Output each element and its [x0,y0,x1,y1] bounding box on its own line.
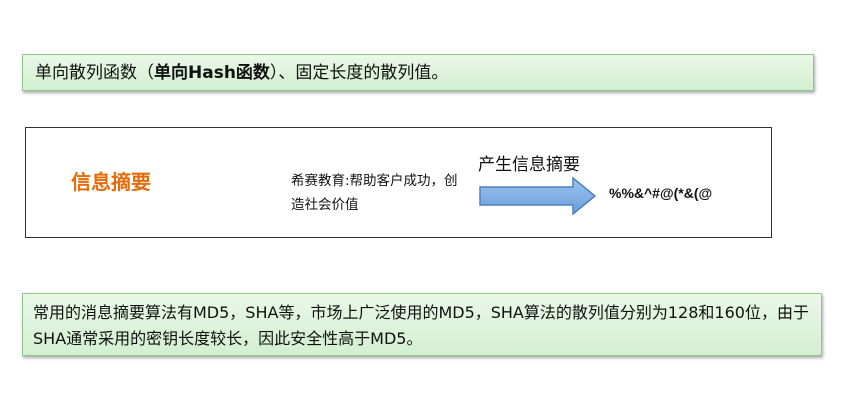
digest-output: %%&^#@(*&(@ [609,185,713,201]
diagram-title: 信息摘要 [71,170,151,194]
arrow-label: 产生信息摘要 [478,155,580,175]
algorithm-note-box: 常用的消息摘要算法有MD5，SHA等，市场上广泛使用的MD5，SHA算法的散列值… [22,293,822,356]
right-arrow-icon [479,176,597,216]
definition-bold-term: 单向Hash函数 [154,63,270,83]
input-message: 希赛教育:帮助客户成功，创造社会价值 [291,173,458,213]
algorithm-note-text: 常用的消息摘要算法有MD5，SHA等，市场上广泛使用的MD5，SHA算法的散列值… [33,303,809,348]
definition-suffix: ）、固定长度的散列值。 [269,63,449,83]
message-digest-diagram: 信息摘要 希赛教育:帮助客户成功，创造社会价值 产生信息摘要 %%&^#@(*&… [25,127,772,238]
definition-prefix: 单向散列函数（ [35,63,154,83]
hash-function-definition-box: 单向散列函数（单向Hash函数）、固定长度的散列值。 [22,54,814,91]
